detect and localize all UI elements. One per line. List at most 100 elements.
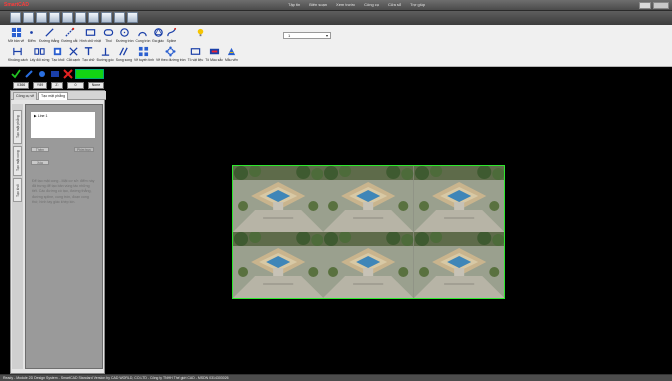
- tab-drawing-tools[interactable]: Công cụ vẽ: [13, 92, 38, 100]
- object-list[interactable]: ▶ Line 1: [30, 111, 96, 139]
- image-tile: [413, 232, 504, 298]
- panel-tab-strip: Công cụ vẽ Tạo mặt phẳng: [11, 91, 106, 100]
- side-tab-plane[interactable]: Tạo mặt phẳng: [13, 110, 22, 144]
- current-color-swatch[interactable]: [75, 69, 104, 79]
- copy-icon[interactable]: [75, 12, 86, 23]
- trim-button[interactable]: Cắt cạnh: [66, 46, 80, 62]
- grid-icon: [11, 27, 21, 38]
- point-button[interactable]: Điểm: [26, 27, 37, 43]
- menu-item-edit[interactable]: Biên soạn: [309, 2, 327, 7]
- menu-item-file[interactable]: Tập tin: [288, 2, 300, 7]
- chevron-down-icon: ▾: [325, 33, 328, 38]
- snap-icon[interactable]: [37, 69, 47, 79]
- parallel-icon: [119, 47, 129, 56]
- units-select[interactable]: None: [88, 82, 104, 89]
- drawing-canvas[interactable]: [106, 90, 672, 374]
- tool-panel: Công cụ vẽ Tạo mặt phẳng Tạo mặt phẳng T…: [10, 90, 106, 374]
- ribbon-row-modify: Khoảng cách Lấy đối xứng Tạo khối Cắt cạ…: [8, 46, 240, 62]
- cut-line-button[interactable]: Đường cắt: [61, 27, 78, 43]
- menu-bar: Tập tin Biên soạn Xem trước Công cụ Cửa …: [288, 2, 425, 7]
- cut-icon[interactable]: [62, 12, 73, 23]
- open-folder-icon[interactable]: [23, 12, 34, 23]
- circle-icon: [120, 28, 130, 37]
- image-viewport[interactable]: [232, 165, 505, 299]
- menu-item-tools[interactable]: Công cụ: [364, 2, 379, 7]
- mirror-button[interactable]: Lấy đối xứng: [30, 46, 49, 62]
- app-title: SmartCAD: [4, 2, 30, 8]
- rounded-rect-button[interactable]: Thoi: [103, 27, 114, 43]
- spline-button[interactable]: Spline: [166, 27, 177, 43]
- delete-icon[interactable]: [63, 69, 73, 79]
- trim-icon: [69, 47, 78, 56]
- layer-bulb-button[interactable]: [195, 27, 206, 43]
- array-icon: [139, 46, 149, 57]
- angle-button[interactable]: Đường góc: [97, 46, 114, 62]
- paste-icon[interactable]: [88, 12, 99, 23]
- close-button[interactable]: [653, 2, 669, 9]
- linear-array-button[interactable]: Vẽ tuyến tính: [134, 46, 154, 62]
- title-bar: SmartCAD Tập tin Biên soạn Xem trước Côn…: [0, 0, 672, 11]
- y-coordinate-field[interactable]: Y89: [33, 82, 47, 89]
- layer-icon[interactable]: [50, 69, 60, 79]
- text-button[interactable]: Tạo chữ: [82, 46, 95, 62]
- checkmark-icon[interactable]: [11, 69, 21, 79]
- print-icon[interactable]: [36, 12, 47, 23]
- circle-button[interactable]: Đường tròn: [116, 27, 134, 43]
- image-tile: [413, 166, 504, 232]
- pattern-icon: [227, 47, 236, 56]
- polar-icon: [165, 46, 176, 57]
- add-button[interactable]: Thêm: [31, 147, 49, 152]
- layer-select[interactable]: 1 ▾: [283, 32, 331, 39]
- rectangle-button[interactable]: Hình chữ nhật: [80, 27, 101, 43]
- material-fill-button[interactable]: Tô vật liệu: [188, 46, 203, 62]
- polygon-button[interactable]: Đa giác: [152, 27, 164, 43]
- polar-array-button[interactable]: Vẽ theo đường tròn: [156, 46, 186, 62]
- save-icon[interactable]: [49, 12, 60, 23]
- app-window: SmartCAD Tập tin Biên soạn Xem trước Côn…: [0, 0, 672, 381]
- arc-icon: [138, 31, 148, 37]
- pencil-icon[interactable]: [24, 69, 34, 79]
- color-icon: [209, 48, 219, 55]
- menu-item-window[interactable]: Cửa sổ: [388, 2, 401, 7]
- list-item[interactable]: ▶ Line 1: [34, 114, 48, 118]
- side-tab-solid[interactable]: Tạo khối: [13, 178, 22, 202]
- redo-icon[interactable]: [127, 12, 138, 23]
- z-coordinate-label: Z:: [51, 82, 63, 89]
- open-drawing-button[interactable]: Mở bản vẽ: [8, 27, 24, 43]
- window-controls: [639, 2, 669, 9]
- panel-content: ▶ Line 1 Thêm Phím trực Xóa Để tạo mặt c…: [25, 104, 103, 369]
- remove-button[interactable]: Xóa: [31, 160, 49, 165]
- block-button[interactable]: Tạo khối: [51, 46, 64, 62]
- line-button[interactable]: Đường thẳng: [39, 27, 59, 43]
- side-tab-strip: Tạo mặt phẳng Tạo mặt cong Tạo khối: [12, 104, 23, 369]
- undo-icon[interactable]: [114, 12, 125, 23]
- side-tab-surface[interactable]: Tạo mặt cong: [13, 146, 22, 176]
- new-file-icon[interactable]: [10, 12, 21, 23]
- menu-item-preview[interactable]: Xem trước: [336, 2, 355, 7]
- text-icon: [84, 47, 92, 56]
- distance-button[interactable]: Khoảng cách: [8, 46, 28, 62]
- pattern-button[interactable]: Mẫu vẽn: [225, 46, 238, 62]
- x-coordinate-field[interactable]: X366: [13, 82, 29, 89]
- spline-icon: [167, 27, 176, 37]
- mirror-icon: [34, 48, 45, 55]
- arc-button[interactable]: Cung tròn: [136, 27, 150, 43]
- menu-item-help[interactable]: Trợ giúp: [410, 2, 425, 7]
- point-icon: [30, 31, 34, 34]
- properties-icon[interactable]: [101, 12, 112, 23]
- angle-icon: [101, 47, 109, 56]
- axis-button[interactable]: Phím trực: [74, 147, 94, 152]
- rounded-rect-icon: [103, 29, 114, 36]
- status-text: Ready - Module 2D Design System - SmartC…: [3, 376, 229, 380]
- parallel-button[interactable]: Song song: [116, 46, 132, 62]
- z-coordinate-field[interactable]: 0: [67, 82, 84, 89]
- status-bar: Ready - Module 2D Design System - SmartC…: [0, 374, 672, 381]
- color-fill-button[interactable]: Tô Màu sắc: [205, 46, 223, 62]
- image-tile: [323, 232, 414, 298]
- minimize-button[interactable]: [639, 2, 651, 9]
- tab-create-plane[interactable]: Tạo mặt phẳng: [38, 92, 69, 100]
- ribbon: Mở bản vẽ Điểm Đường thẳng Đường cắt Hìn…: [0, 25, 672, 67]
- block-icon: [54, 47, 62, 56]
- help-text: Để tạo mặt cong - Mặt cơ sở: điểm này đã…: [32, 179, 95, 204]
- image-tile: [233, 166, 324, 232]
